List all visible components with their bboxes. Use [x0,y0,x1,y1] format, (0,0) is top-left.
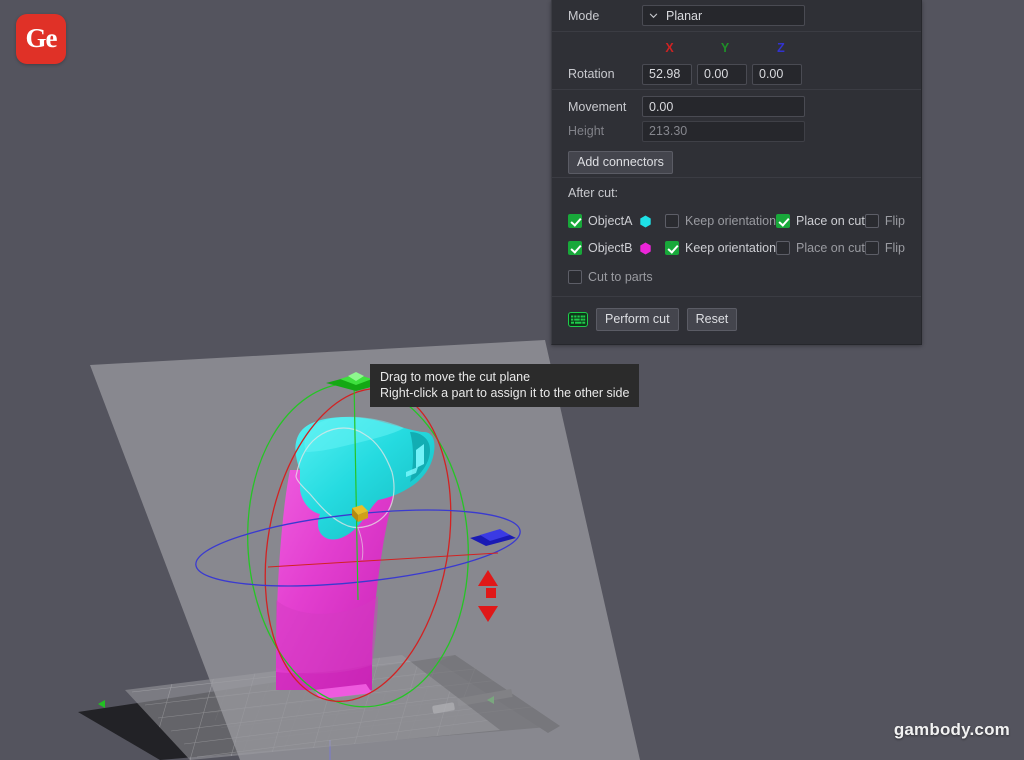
chevron-down-icon [649,13,658,19]
object-a-enable-checkbox[interactable]: ObjectA [568,214,639,228]
tooltip-line-2: Right-click a part to assign it to the o… [380,386,630,400]
object-b-color-swatch-icon [640,242,651,254]
height-input [642,120,805,142]
movement-input[interactable] [642,96,805,117]
mode-label: Mode [568,8,600,23]
rotation-x-input[interactable] [642,63,692,85]
height-label: Height [568,124,605,138]
watermark: gambody.com [893,720,1010,739]
object-b-label: ObjectB [588,241,633,255]
cut-to-parts-label: Cut to parts [588,270,653,284]
height-row: Height [552,119,921,143]
gambody-logo: Ge [16,14,66,64]
axis-header-row: X Y Z [552,32,921,59]
object-b-place-on-cut-checkbox[interactable]: Place on cut [776,241,865,255]
object-a-flip-label: Flip [884,214,905,228]
rotation-z-input[interactable] [752,63,802,85]
movement-row: Movement [552,90,921,119]
object-b-flip-checkbox[interactable]: Flip [864,241,905,255]
object-a-place-on-cut-checkbox[interactable]: Place on cut [776,214,865,228]
object-b-keep-orientation-box[interactable] [665,241,679,255]
rotation-label: Rotation [568,67,615,81]
rotation-y-input[interactable] [697,63,747,85]
add-connectors-button[interactable]: Add connectors [568,150,673,174]
viewport-tooltip: Drag to move the cut plane Right-click a… [370,364,640,407]
object-a-place-on-cut-box[interactable] [776,214,791,228]
after-cut-row-object-b: ObjectB Keep orientation Place on cut Fl… [568,234,905,262]
after-cut-title: After cut: [568,186,619,200]
object-b-enable-checkbox[interactable]: ObjectB [568,241,639,255]
add-connectors-row: Add connectors [552,143,921,177]
mode-value: Planar [666,8,703,23]
mode-row: Mode Planar [552,0,921,31]
cut-to-parts-row: Cut to parts [568,262,905,292]
object-a-checkbox-box[interactable] [568,214,582,228]
cut-to-parts-checkbox[interactable]: Cut to parts [568,270,653,284]
object-a-flip-checkbox[interactable]: Flip [864,214,905,228]
object-b-checkbox-box[interactable] [568,241,582,255]
rotation-row: Rotation [552,59,921,89]
object-b-place-on-cut-label: Place on cut [796,241,865,255]
axis-label-z: Z [777,40,785,55]
keyboard-icon[interactable] [568,311,588,327]
object-b-keep-orientation-checkbox[interactable]: Keep orientation [665,241,776,255]
reset-button[interactable]: Reset [686,307,738,331]
object-b-keep-orientation-label: Keep orientation [685,241,777,255]
object-b-flip-box[interactable] [864,241,879,255]
axis-label-y: Y [720,40,730,55]
logo-text: Ge [25,22,58,53]
cut-to-parts-box[interactable] [568,270,582,284]
object-a-label: ObjectA [588,214,633,228]
object-b-flip-label: Flip [884,241,905,255]
plate-marker-left [98,700,105,708]
object-a-keep-orientation-box[interactable] [665,214,679,228]
axis-label-x: X [665,40,674,55]
object-a-place-on-cut-label: Place on cut [796,214,865,228]
tooltip-line-1: Drag to move the cut plane [380,370,531,384]
object-a-keep-orientation-label: Keep orientation [685,214,777,228]
after-cut-row-object-a: ObjectA Keep orientation Place on cut Fl… [568,208,905,234]
movement-label: Movement [568,99,627,114]
cut-settings-panel: Mode Planar X Y Z Rotation Movement [551,0,922,345]
after-cut-section: After cut: ObjectA Keep orientation Plac… [552,178,921,292]
object-b-place-on-cut-box[interactable] [776,241,791,255]
actions-row: Perform cut Reset [552,297,921,338]
perform-cut-button[interactable]: Perform cut [596,307,679,331]
object-a-flip-box[interactable] [864,214,879,228]
mode-select[interactable]: Planar [642,5,805,26]
object-a-keep-orientation-checkbox[interactable]: Keep orientation [665,214,776,228]
object-a-color-swatch-icon [640,215,651,227]
